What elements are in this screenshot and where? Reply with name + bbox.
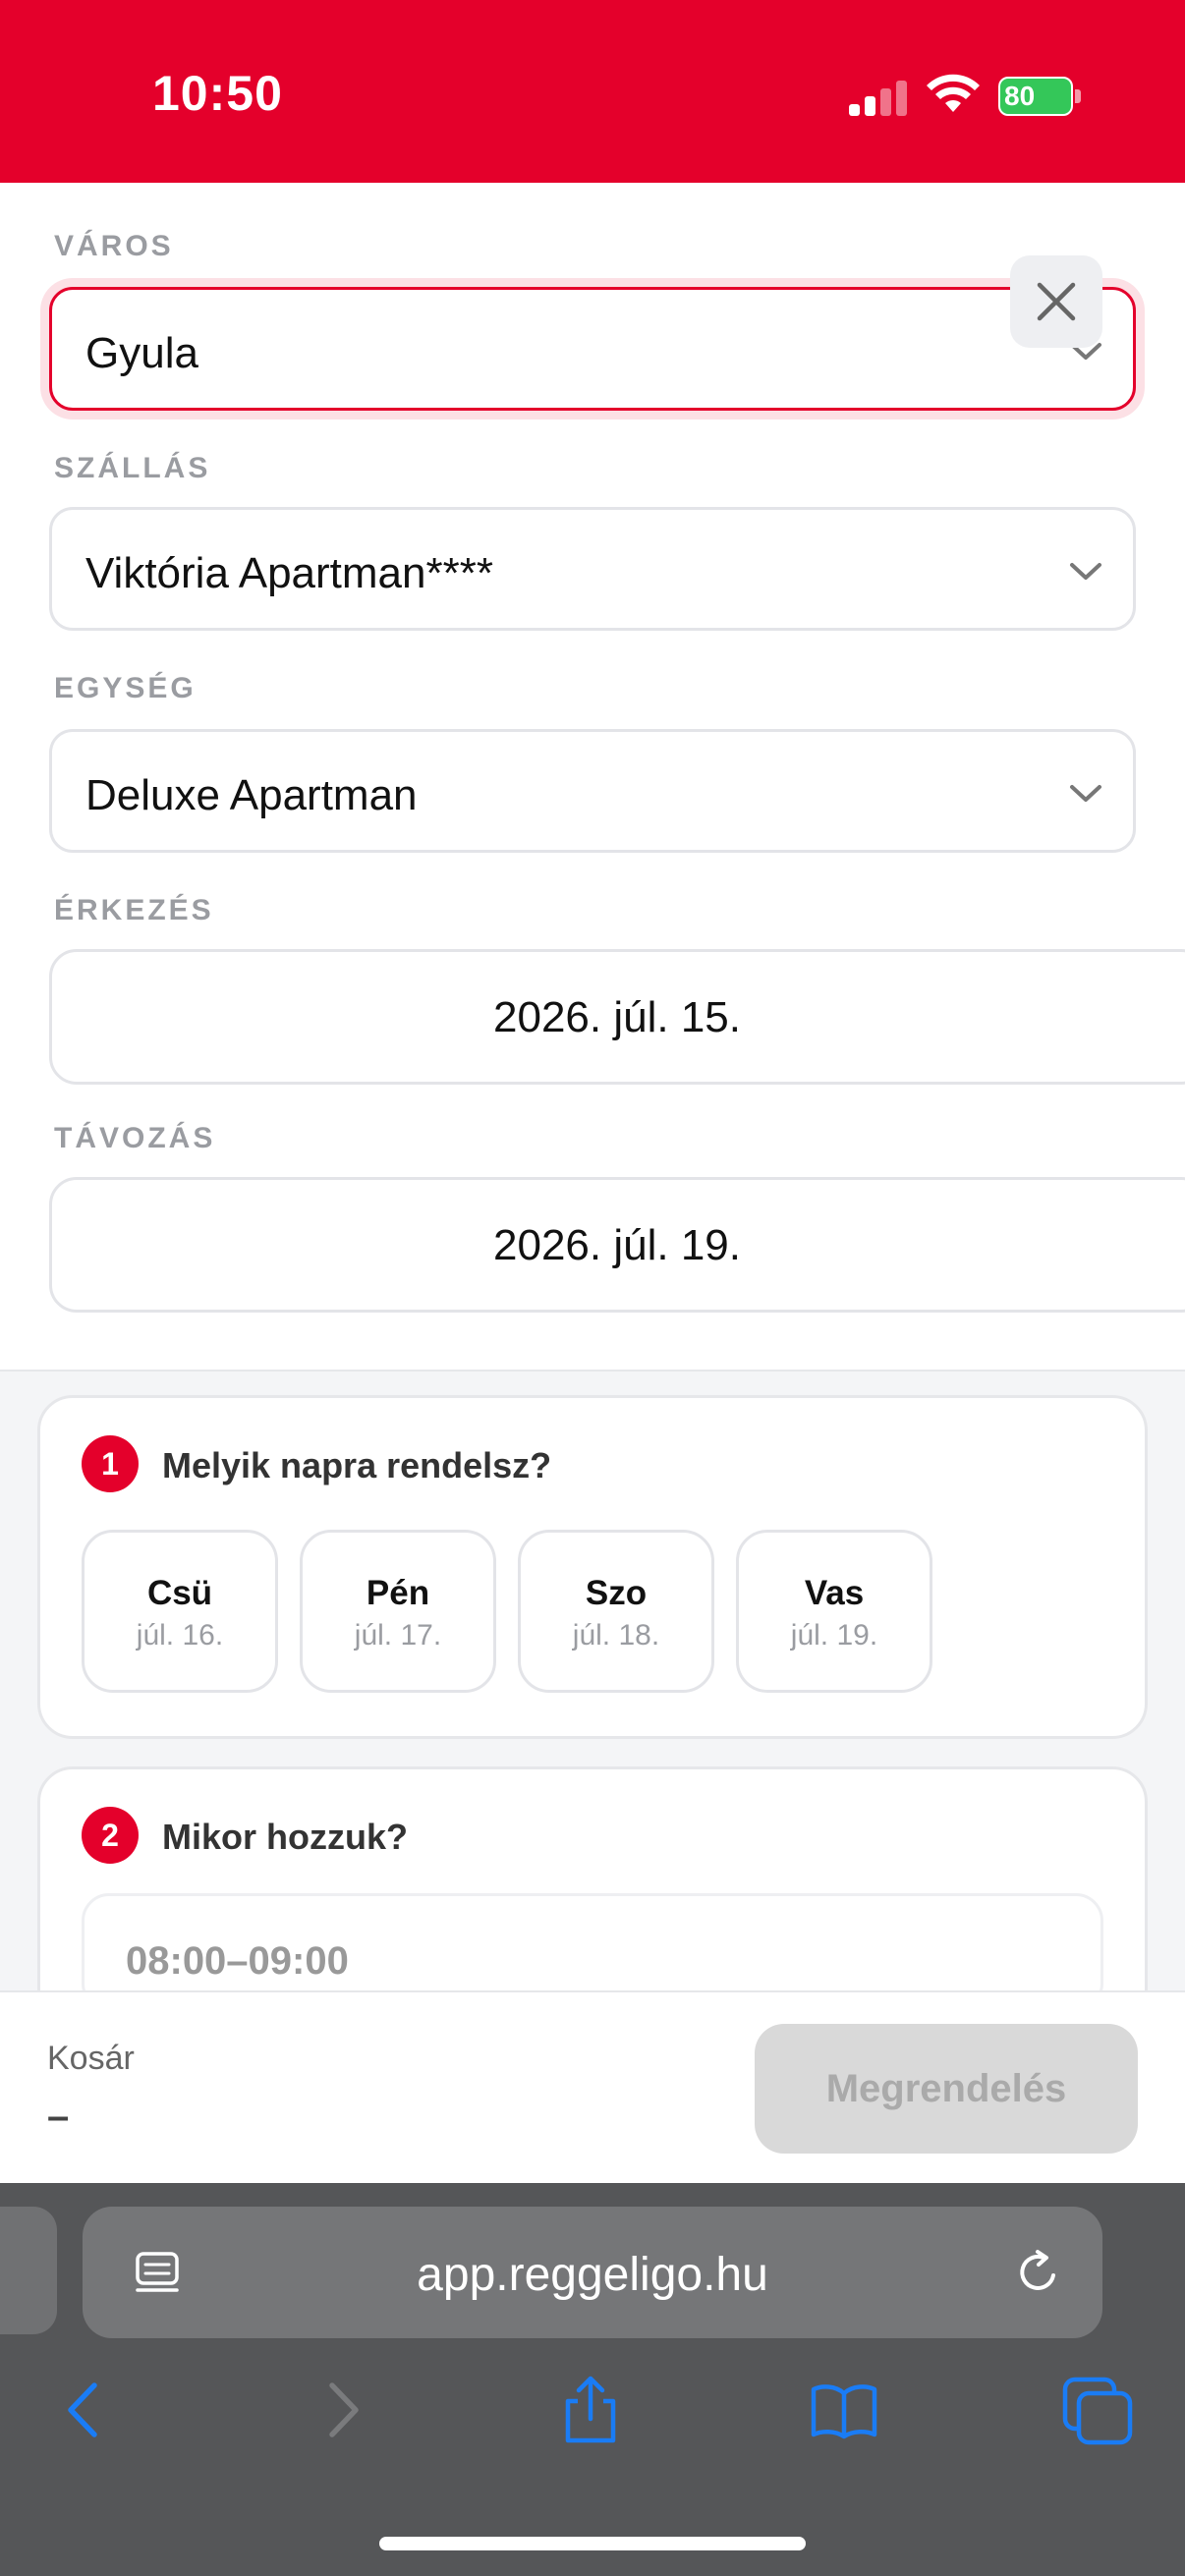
- unit-value: Deluxe Apartman: [85, 771, 418, 819]
- arrival-label: ÉRKEZÉS: [54, 894, 214, 926]
- city-value: Gyula: [85, 329, 198, 377]
- accommodation-value: Viktória Apartman****: [85, 549, 493, 597]
- unit-label: EGYSÉG: [54, 672, 197, 704]
- day-name: Szo: [585, 1574, 648, 1612]
- status-time: 10:50: [152, 66, 283, 121]
- back-icon[interactable]: [49, 2374, 122, 2446]
- cart-total: –: [47, 2095, 70, 2138]
- step-title: Mikor hozzuk?: [162, 1817, 408, 1857]
- chevron-down-icon: [1070, 563, 1101, 580]
- day-selection-card: 1 Melyik napra rendelsz? Csü júl. 16. Pé…: [37, 1395, 1148, 1739]
- close-button[interactable]: [1010, 255, 1102, 348]
- day-option[interactable]: Pén júl. 17.: [300, 1530, 496, 1693]
- previous-tab-preview[interactable]: [0, 2207, 57, 2334]
- bookmarks-icon[interactable]: [808, 2374, 880, 2446]
- day-option[interactable]: Csü júl. 16.: [82, 1530, 278, 1693]
- city-label: VÁROS: [54, 230, 174, 262]
- cart-label: Kosár: [47, 2040, 135, 2077]
- share-icon[interactable]: [554, 2374, 627, 2446]
- day-name: Vas: [804, 1574, 865, 1612]
- tabs-icon[interactable]: [1061, 2374, 1134, 2446]
- forward-icon[interactable]: [305, 2374, 377, 2446]
- day-date: júl. 17.: [354, 1619, 442, 1652]
- step-title: Melyik napra rendelsz?: [162, 1445, 552, 1485]
- departure-date-input[interactable]: 2026. júl. 19.: [49, 1177, 1185, 1313]
- close-icon: [1037, 282, 1076, 321]
- city-select[interactable]: Gyula: [49, 287, 1136, 411]
- booking-form: VÁROS Gyula SZÁLLÁS Viktória Apartman***…: [0, 183, 1185, 1372]
- departure-label: TÁVOZÁS: [54, 1122, 216, 1154]
- battery-icon: 80: [998, 77, 1081, 116]
- accommodation-label: SZÁLLÁS: [54, 452, 211, 484]
- day-date: júl. 19.: [790, 1619, 878, 1652]
- arrival-date-value: 2026. júl. 15.: [493, 993, 741, 1041]
- cart-bar: Kosár – Megrendelés: [0, 1990, 1185, 2183]
- home-indicator: [379, 2537, 806, 2550]
- battery-percentage: 80: [1004, 81, 1036, 111]
- day-name: Csü: [146, 1574, 213, 1612]
- day-date: júl. 18.: [572, 1619, 660, 1652]
- accommodation-select[interactable]: Viktória Apartman****: [49, 507, 1136, 631]
- departure-date-value: 2026. júl. 19.: [493, 1221, 741, 1269]
- day-name: Pén: [366, 1574, 430, 1612]
- day-date: júl. 16.: [136, 1619, 224, 1652]
- order-button[interactable]: Megrendelés: [755, 2024, 1138, 2154]
- day-option[interactable]: Szo júl. 18.: [518, 1530, 714, 1693]
- time-slot-label: 08:00–09:00: [126, 1939, 349, 1983]
- cellular-signal-icon: [849, 81, 908, 116]
- unit-select[interactable]: Deluxe Apartman: [49, 729, 1136, 853]
- step-number-badge: 1: [82, 1435, 139, 1492]
- arrival-date-input[interactable]: 2026. júl. 15.: [49, 949, 1185, 1085]
- url-text: app.reggeligo.hu: [417, 2249, 768, 2301]
- reload-icon[interactable]: [1012, 2246, 1065, 2299]
- day-option[interactable]: Vas júl. 19.: [736, 1530, 932, 1693]
- status-bar: 10:50 80: [0, 0, 1185, 183]
- chevron-down-icon: [1070, 785, 1101, 802]
- step-number-badge: 2: [82, 1807, 139, 1864]
- wifi-icon: [927, 74, 980, 112]
- address-bar[interactable]: app.reggeligo.hu: [83, 2207, 1102, 2338]
